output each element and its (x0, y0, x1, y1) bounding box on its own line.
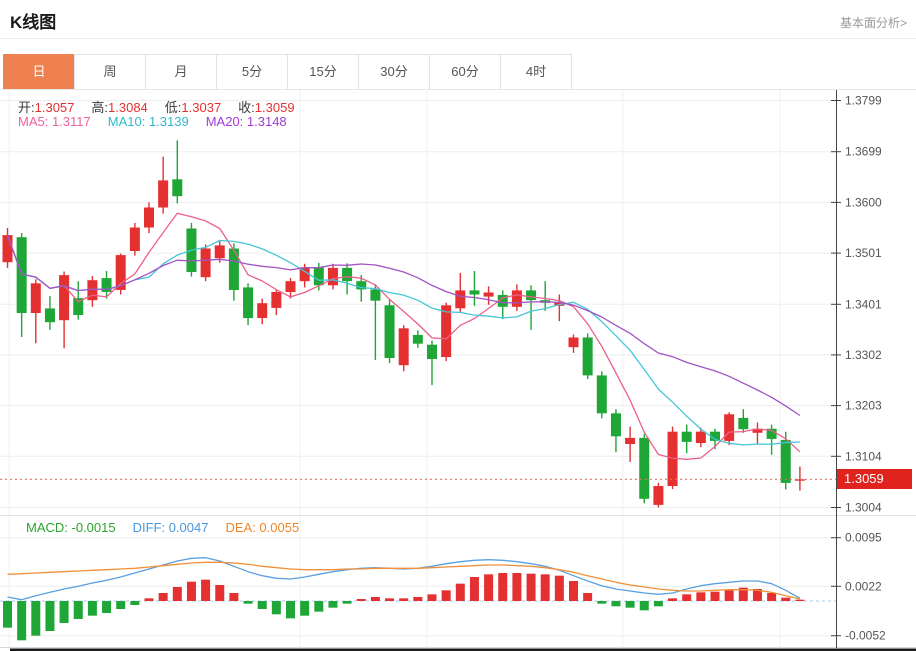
svg-text:0.0022: 0.0022 (845, 579, 882, 593)
svg-text:1.3104: 1.3104 (845, 449, 882, 463)
svg-text:0.0095: 0.0095 (845, 531, 882, 545)
legend-item: MA5: 1.3117 (18, 114, 91, 129)
legend-item: MACD: -0.0015 (26, 520, 116, 535)
kline-widget: K线图 基本面分析> 日周月5分15分30分60分4时 1.37991.3699… (0, 0, 916, 651)
svg-text:1.3501: 1.3501 (845, 246, 882, 260)
ma-legend: MA5: 1.3117 MA10: 1.3139 MA20: 1.3148 (18, 114, 304, 129)
macd-legend: MACD: -0.0015 DIFF: 0.0047 DEA: 0.0055 (26, 520, 316, 535)
svg-text:1.3401: 1.3401 (845, 297, 882, 311)
legend-item: DIFF: 0.0047 (133, 520, 209, 535)
svg-text:1.3799: 1.3799 (845, 94, 882, 108)
legend-item: MA20: 1.3148 (206, 114, 287, 129)
svg-text:1.3302: 1.3302 (845, 348, 882, 362)
svg-text:1.3600: 1.3600 (845, 195, 882, 209)
svg-text:1.3203: 1.3203 (845, 399, 882, 413)
legend-item: DEA: 0.0055 (225, 520, 299, 535)
svg-text:-0.0052: -0.0052 (845, 629, 886, 643)
svg-text:1.3004: 1.3004 (845, 501, 882, 515)
svg-text:1.3699: 1.3699 (845, 145, 882, 159)
legend-item: MA10: 1.3139 (108, 114, 189, 129)
price-badge: 1.3059 (837, 469, 912, 489)
